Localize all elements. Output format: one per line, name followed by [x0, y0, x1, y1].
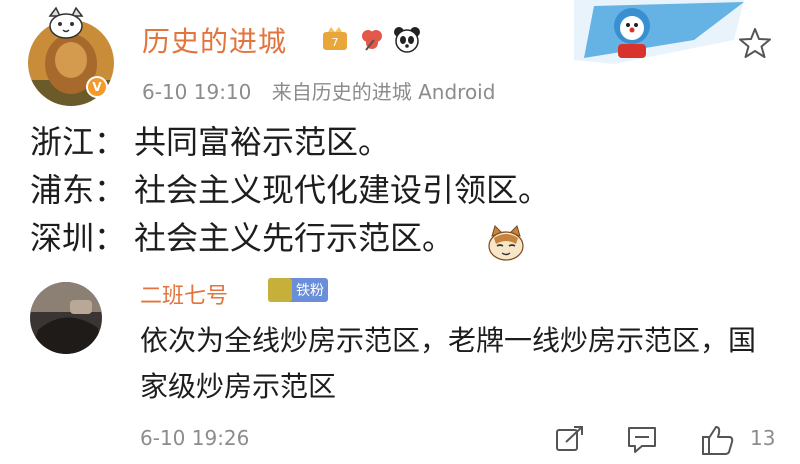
verified-badge: V	[86, 76, 108, 98]
svg-text:7: 7	[332, 36, 339, 49]
favorite-star-icon[interactable]	[738, 26, 772, 64]
like-count: 13	[750, 426, 776, 450]
comment-text: 依次为全线炒房示范区，老牌一线炒房示范区，国家级炒房示范区	[140, 324, 757, 403]
post-time: 6-10 19:10	[142, 80, 252, 104]
cat-sticker-icon	[46, 6, 86, 44]
line-place: 浙江：	[30, 123, 127, 161]
post-line: 浦东： 社会主义现代化建设引领区。	[30, 166, 550, 214]
line-place: 深圳：	[30, 219, 127, 257]
line-place: 浦东：	[30, 171, 127, 209]
post-meta: 6-10 19:10 来自历史的进城 Android	[142, 76, 495, 105]
post-line: 深圳： 社会主义先行示范区。	[30, 214, 550, 262]
share-icon[interactable]	[554, 424, 586, 458]
comment-bubble-icon[interactable]	[626, 424, 658, 458]
fan-badge-label: 铁粉	[296, 283, 324, 299]
commenter-avatar[interactable]	[30, 282, 102, 354]
fan-badge[interactable]: 铁粉	[268, 278, 328, 302]
like-thumb-icon[interactable]	[700, 424, 736, 460]
fan-badge-icon	[268, 278, 292, 302]
post-body: 浙江： 共同富裕示范区。 浦东： 社会主义现代化建设引领区。 深圳： 社会主义先行示范…	[30, 118, 550, 262]
flower-badge-icon[interactable]	[356, 24, 386, 54]
user-badges: 7	[320, 24, 422, 54]
comment-footer: 6-10 19:26 13	[140, 424, 780, 458]
line-text: 社会主义先行示范区。	[134, 219, 455, 257]
post-line: 浙江： 共同富裕示范区。	[30, 118, 550, 166]
panda-badge-icon[interactable]	[392, 24, 422, 54]
line-text: 社会主义现代化建设引领区。	[134, 171, 551, 209]
line-text: 共同富裕示范区。	[134, 123, 391, 161]
comment-item: 二班七号 铁粉 依次为全线炒房示范区，老牌一线炒房示范区，国家级炒房示范区 6-…	[0, 268, 800, 464]
membership-badge-icon[interactable]: 7	[320, 24, 350, 54]
card-decoration-icon	[574, 0, 744, 68]
verified-badge-label: V	[88, 78, 106, 96]
post-source[interactable]: 来自历史的进城 Android	[272, 80, 496, 104]
comment-time: 6-10 19:26	[140, 426, 250, 450]
weibo-post: V 历史的进城 7 6-10 19:10 来自历史的进城 Android 浙江：…	[0, 0, 800, 464]
cat-emoji-icon	[486, 224, 526, 266]
poster-username[interactable]: 历史的进城	[142, 20, 287, 60]
commenter-username[interactable]: 二班七号	[140, 278, 228, 310]
